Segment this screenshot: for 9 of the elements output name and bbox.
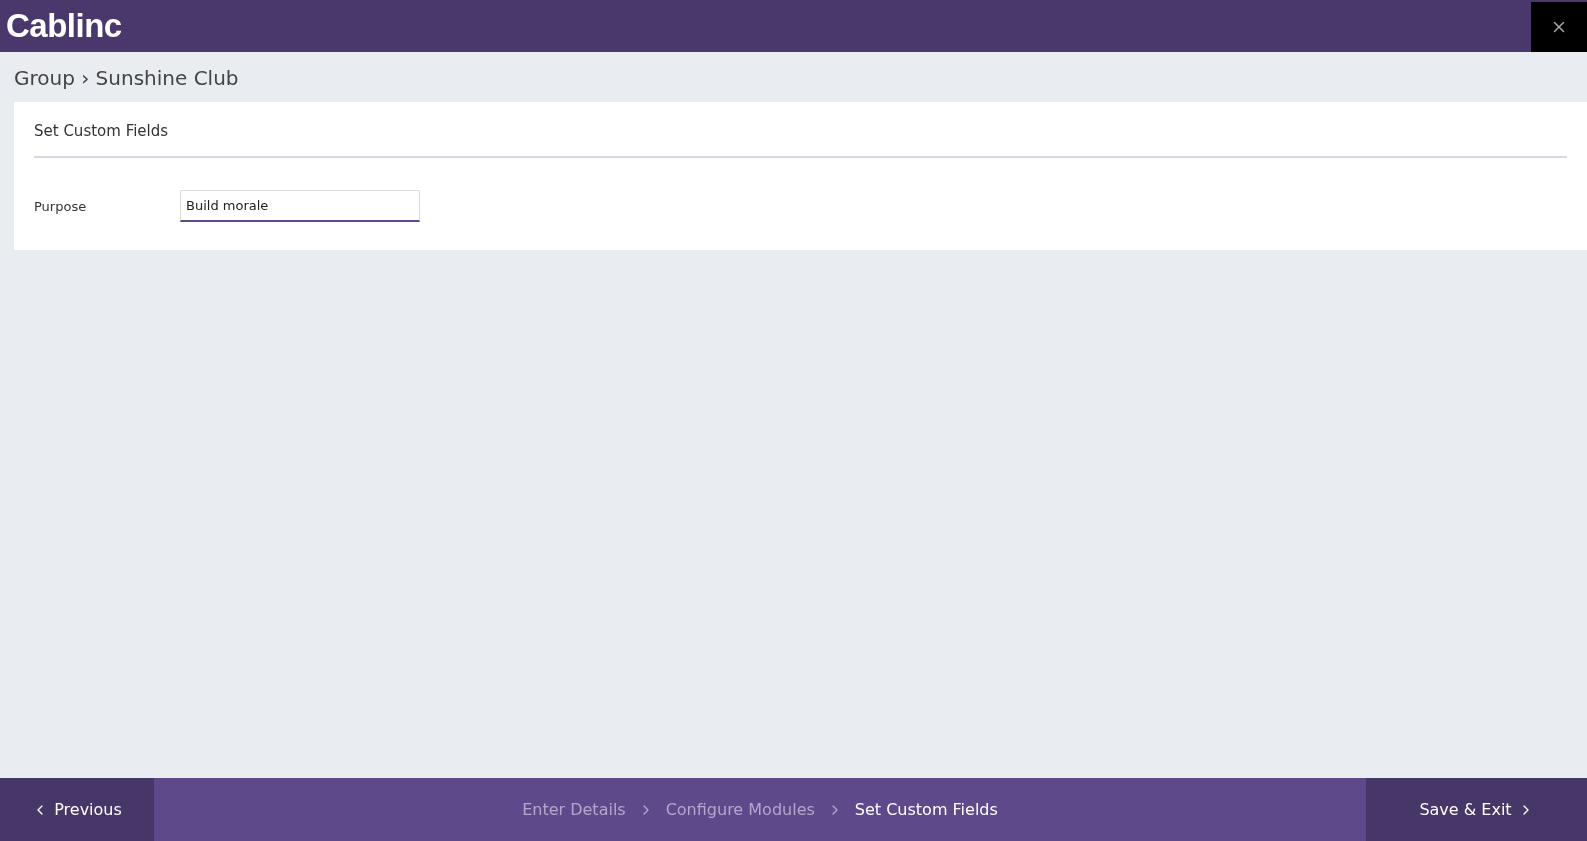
card-title: Set Custom Fields [34, 121, 170, 142]
save-exit-button[interactable]: Save & Exit [1366, 778, 1587, 841]
wizard-step[interactable]: Set Custom Fields [854, 800, 998, 819]
field-label: Purpose [34, 198, 88, 214]
previous-button[interactable]: Previous [0, 778, 154, 841]
close-button[interactable] [1531, 2, 1587, 52]
text-field[interactable]: Build morale [180, 190, 420, 222]
logo: Cablinc [6, 7, 122, 45]
breadcrumb: Group › Sunshine Club [13, 65, 240, 92]
